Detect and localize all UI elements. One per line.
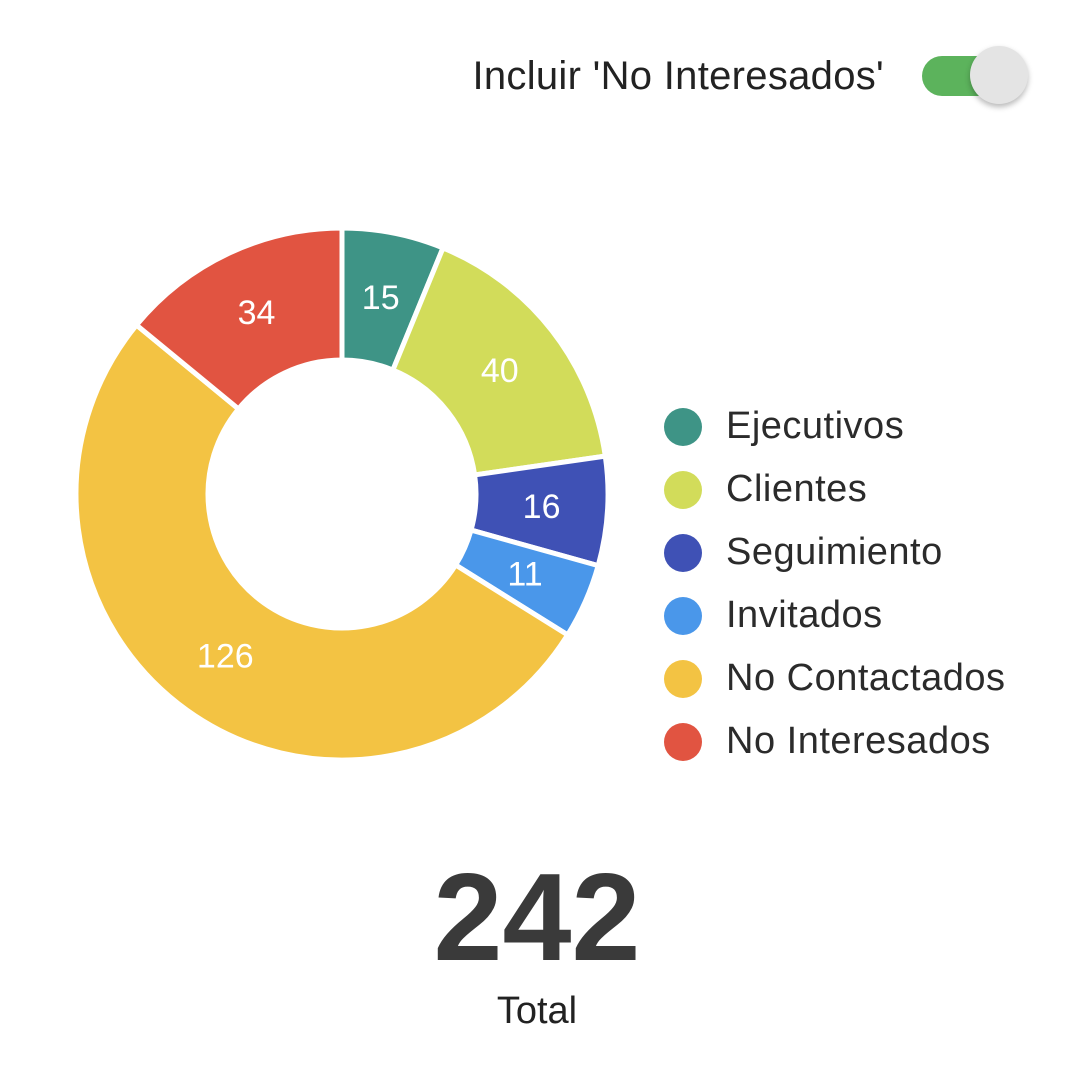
legend-swatch — [664, 533, 702, 572]
legend-swatch — [664, 596, 702, 635]
chart-legend: Ejecutivos Clientes Seguimiento Invitados No… — [664, 395, 1006, 773]
total-block: 242 Total — [0, 848, 1074, 1033]
legend-label: Invitados — [726, 594, 883, 636]
legend-label: No Contactados — [726, 657, 1006, 699]
legend-swatch — [664, 722, 702, 761]
slice-value-invitados: 11 — [507, 556, 542, 594]
legend-label: Ejecutivos — [726, 405, 905, 447]
legend-item-invitados[interactable]: Invitados — [664, 584, 1006, 647]
total-label: Total — [496, 990, 578, 1032]
legend-item-ejecutivos[interactable]: Ejecutivos — [664, 395, 1006, 458]
slice-value-seguimiento: 16 — [523, 488, 561, 526]
legend-swatch — [664, 659, 702, 698]
slice-value-clientes: 40 — [481, 352, 519, 390]
legend-item-no-contactados[interactable]: No Contactados — [664, 647, 1006, 710]
total-value: 242 — [433, 849, 641, 987]
legend-swatch — [664, 470, 702, 509]
legend-label: Clientes — [726, 468, 868, 510]
include-no-interesados-row: Incluir 'No Interesados' — [472, 46, 1030, 106]
legend-swatch — [664, 407, 702, 446]
legend-item-clientes[interactable]: Clientes — [664, 458, 1006, 521]
slice-value-ejecutivos: 15 — [362, 279, 400, 317]
donut-chart-svg: 15 40 16 11 126 34 — [73, 225, 611, 763]
legend-label: No Interesados — [726, 720, 991, 762]
slice-value-no-contactados: 126 — [197, 637, 254, 675]
toggle-knob[interactable] — [970, 46, 1028, 104]
include-no-interesados-toggle[interactable] — [922, 46, 1030, 106]
legend-label: Seguimiento — [726, 531, 943, 573]
include-no-interesados-label: Incluir 'No Interesados' — [472, 53, 884, 98]
donut-chart: 15 40 16 11 126 34 — [70, 222, 614, 766]
slice-value-no-interesados: 34 — [238, 294, 276, 332]
legend-item-seguimiento[interactable]: Seguimiento — [664, 521, 1006, 584]
legend-item-no-interesados[interactable]: No Interesados — [664, 710, 1006, 773]
